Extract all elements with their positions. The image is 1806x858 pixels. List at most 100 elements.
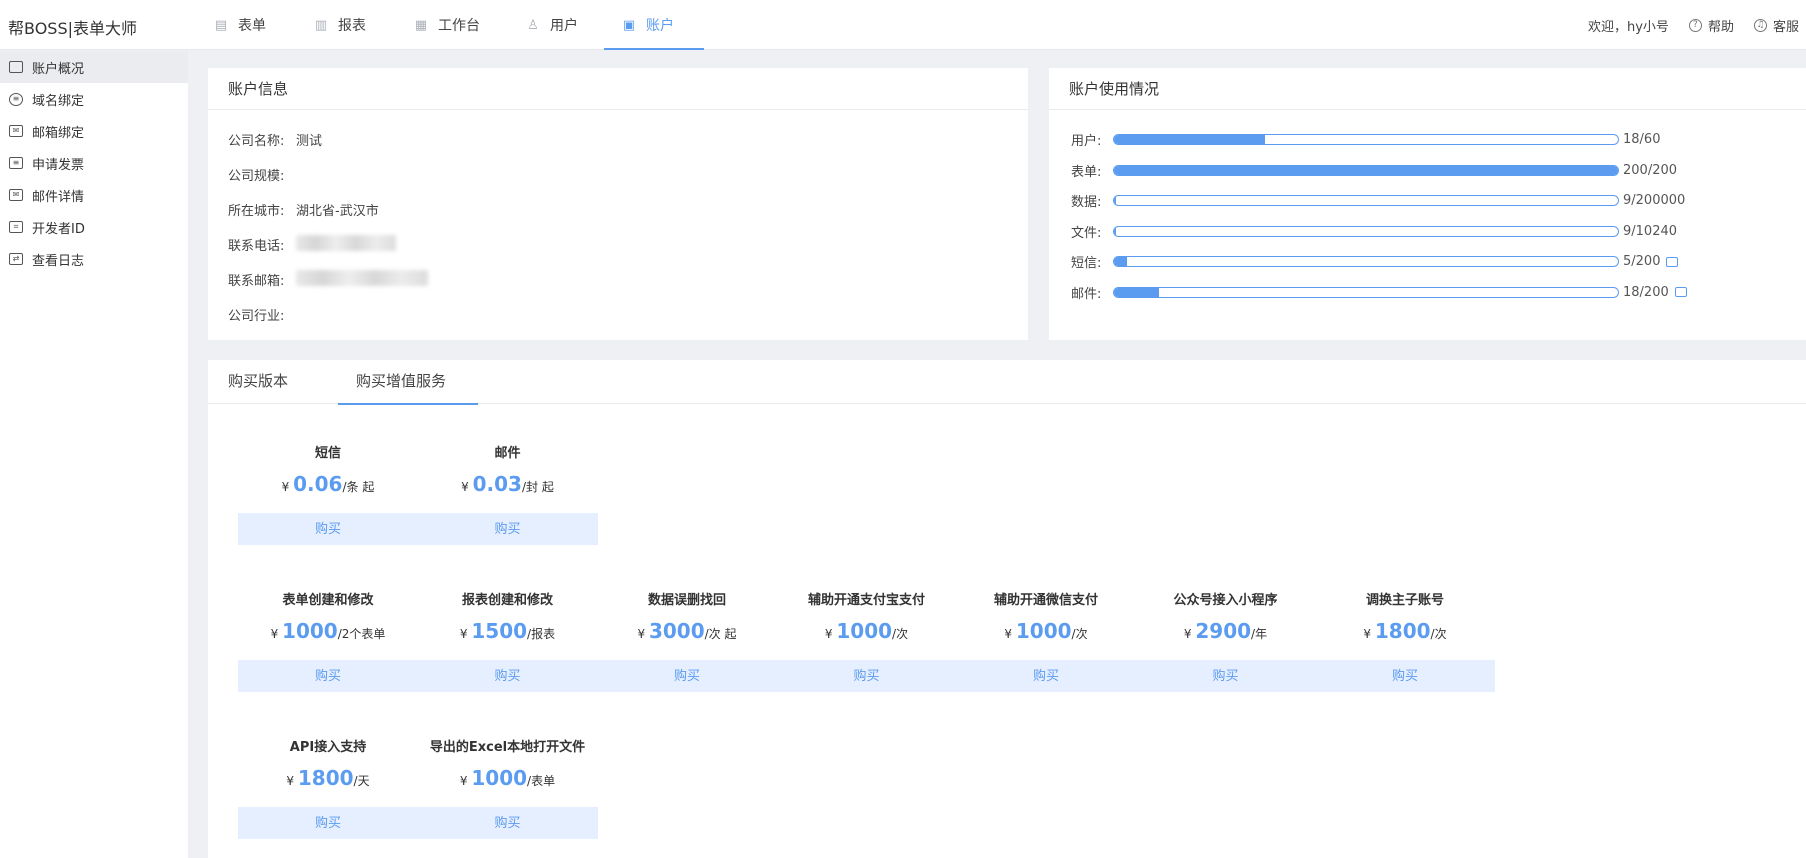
buy-button[interactable]: 购买	[956, 660, 1136, 692]
product-card: 辅助开通微信支付 ¥ 1000/次 购买	[956, 589, 1136, 692]
buy-button[interactable]: 购买	[238, 513, 418, 545]
product-card: 导出的Excel本地打开文件 ¥ 1000/表单 购买	[417, 736, 598, 839]
nav-item-report[interactable]: ▥ 报表	[296, 0, 396, 50]
sidebar-item-invoice[interactable]: ≡ 申请发票	[0, 147, 188, 179]
tab-buy-version[interactable]: 购买版本	[228, 360, 338, 404]
currency-symbol: ¥	[459, 774, 472, 788]
buy-button[interactable]: 购买	[417, 807, 598, 839]
nav-item-user[interactable]: ♙ 用户	[508, 0, 604, 50]
nav-label: 表单	[238, 18, 266, 34]
sms-icon[interactable]	[1666, 256, 1679, 267]
info-value: 湖北省-武汉市	[296, 204, 379, 219]
mail-icon: ✉	[9, 189, 23, 201]
sidebar: 账户概况 ≡ 域名绑定 ✉ 邮箱绑定 ≡ 申请发票 ✉ 邮件详情 ⌗ 开发者ID…	[0, 51, 188, 858]
info-row-phone: 联系电话:	[228, 235, 396, 254]
info-row-city: 所在城市: 湖北省-武汉市	[228, 200, 379, 219]
product-name: 邮件	[494, 446, 521, 461]
nav-label: 用户	[550, 18, 578, 34]
sidebar-item-label: 查看日志	[32, 253, 85, 269]
product-card: 辅助开通支付宝支付 ¥ 1000/次购买	[776, 589, 957, 692]
info-key: 联系电话:	[228, 239, 285, 254]
sidebar-item-label: 邮箱绑定	[32, 125, 85, 141]
panel-title: 账户使用情况	[1049, 68, 1806, 110]
usage-key: 表单:	[1071, 164, 1102, 180]
product-card: 邮件 ¥ 0.03/封 起购买	[417, 442, 598, 545]
buy-button[interactable]: 购买	[238, 807, 418, 839]
info-key: 公司规模:	[228, 169, 285, 184]
product-name: 数据误删找回	[647, 593, 726, 608]
buy-button[interactable]: 购买	[417, 660, 598, 692]
buy-button[interactable]: 购买	[1135, 660, 1316, 692]
workbench-icon: ▦	[414, 17, 428, 33]
price-amount: 1800	[297, 766, 354, 790]
main-nav: ▤ 表单 ▥ 报表 ▦ 工作台 ♙ 用户 ▣ 账户	[196, 0, 704, 50]
nav-item-account[interactable]: ▣ 账户	[604, 0, 704, 50]
headset-icon: ♫	[1753, 19, 1767, 32]
monitor-icon: ⌗	[9, 221, 23, 233]
info-row-company-name: 公司名称: 测试	[228, 130, 322, 149]
document-icon: ≡	[9, 157, 23, 169]
brand-logo[interactable]: 帮BOSS|表单大师	[8, 15, 137, 39]
price-unit: /封 起	[521, 480, 554, 494]
service-button[interactable]: ♫ 客服	[1753, 16, 1799, 35]
price-unit: /条 起	[342, 480, 375, 494]
price-amount: 1500	[471, 619, 528, 643]
usage-progress-bar	[1113, 195, 1619, 206]
product-price: ¥ 2900/年	[1136, 619, 1316, 643]
nav-item-workbench[interactable]: ▦ 工作台	[396, 0, 508, 50]
nav-label: 报表	[338, 18, 366, 34]
sidebar-item-domain[interactable]: ≡ 域名绑定	[0, 83, 188, 115]
currency-symbol: ¥	[459, 627, 472, 641]
currency-symbol: ¥	[1363, 627, 1375, 641]
price-amount: 0.03	[472, 472, 522, 496]
purchase-tabs: 购买版本 购买增值服务	[208, 360, 1806, 405]
form-icon: ▤	[214, 17, 228, 33]
usage-row: 表单: 200/200	[1071, 161, 1677, 180]
product-price: ¥ 1800/天	[238, 766, 418, 790]
nav-item-form[interactable]: ▤ 表单	[196, 0, 296, 50]
product-price: ¥ 1000/次	[777, 619, 957, 643]
redacted-email	[296, 270, 428, 286]
info-row-industry: 公司行业:	[228, 305, 296, 324]
help-icon: ?	[1688, 19, 1702, 32]
product-name: 辅助开通微信支付	[993, 593, 1098, 608]
tab-buy-addon[interactable]: 购买增值服务	[338, 360, 478, 405]
price-amount: 1000	[1015, 619, 1072, 643]
usage-key: 短信:	[1071, 256, 1102, 271]
usage-row: 数据: 9/200000	[1071, 191, 1685, 210]
sidebar-item-account-overview[interactable]: 账户概况	[0, 51, 188, 83]
usage-progress-fill	[1114, 135, 1266, 144]
mail-icon[interactable]	[1674, 287, 1687, 297]
product-name: 报表创建和修改	[461, 593, 553, 608]
sidebar-item-mail-detail[interactable]: ✉ 邮件详情	[0, 179, 188, 211]
buy-button[interactable]: 购买	[776, 660, 957, 692]
currency-symbol: ¥	[1004, 627, 1016, 641]
wallet-icon	[9, 61, 23, 73]
globe-icon: ≡	[9, 92, 23, 106]
price-unit: /次	[892, 627, 909, 641]
info-key: 联系邮箱:	[228, 274, 285, 289]
currency-symbol: ¥	[281, 480, 294, 494]
product-card: API接入支持 ¥ 1800/天 购买	[238, 736, 418, 839]
price-unit: /年	[1251, 627, 1268, 641]
currency-symbol: ¥	[1183, 627, 1196, 641]
usage-progress-fill	[1114, 226, 1117, 236]
usage-value: 18/200	[1623, 284, 1669, 300]
help-button[interactable]: ? 帮助	[1688, 16, 1734, 35]
buy-button[interactable]: 购买	[417, 513, 598, 545]
product-card: 调换主子账号 ¥ 1800/次 购买	[1315, 589, 1495, 692]
top-bar: 帮BOSS|表单大师 ▤ 表单 ▥ 报表 ▦ 工作台 ♙ 用户 ▣ 账户 欢迎，…	[0, 0, 1806, 50]
panel-title: 账户信息	[208, 68, 1028, 110]
sidebar-item-developer-id[interactable]: ⌗ 开发者ID	[0, 211, 188, 243]
sidebar-item-mailbox[interactable]: ✉ 邮箱绑定	[0, 115, 188, 147]
usage-progress-fill	[1114, 257, 1127, 266]
buy-button[interactable]: 购买	[1315, 660, 1495, 692]
sidebar-item-logs[interactable]: ⇄ 查看日志	[0, 243, 188, 275]
usage-value: 5/200	[1623, 254, 1661, 269]
top-right-menu: 欢迎，hy小号 ? 帮助 ♫ 客服	[1588, 16, 1799, 35]
log-icon: ⇄	[9, 253, 23, 265]
buy-button[interactable]: 购买	[597, 660, 777, 692]
product-card: 表单创建和修改 ¥ 1000/2个表单 购买	[238, 589, 418, 692]
product-name: 辅助开通支付宝支付	[807, 593, 925, 608]
buy-button[interactable]: 购买	[238, 660, 418, 692]
